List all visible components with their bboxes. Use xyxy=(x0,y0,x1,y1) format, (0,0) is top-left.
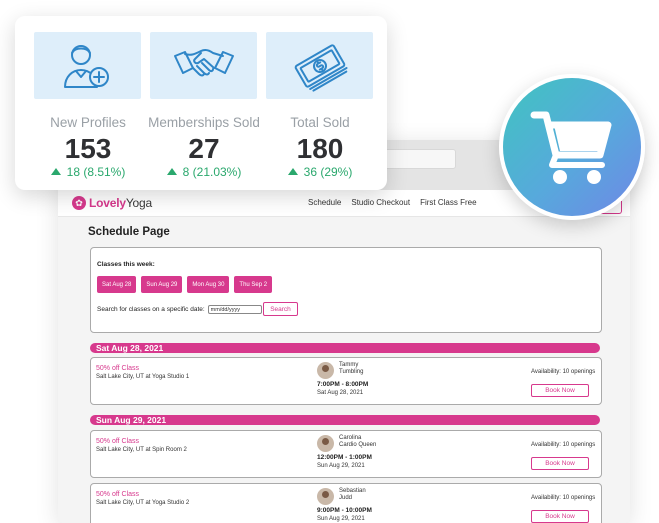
date-search-row: Search for classes on a specific date: m… xyxy=(97,305,262,314)
site-logo[interactable]: ✿ LovelyYoga xyxy=(72,195,152,211)
class-filter-panel: Classes this week: Sat Aug 28 Sun Aug 29… xyxy=(90,247,602,333)
nav-link-schedule[interactable]: Schedule xyxy=(308,198,341,207)
class-availability: Availability: 10 openings xyxy=(531,442,596,448)
book-now-button[interactable]: Book Now xyxy=(531,457,589,470)
arrow-up-icon xyxy=(166,168,177,175)
class-location: Salt Lake City, UT at Spin Room 2 xyxy=(96,447,187,453)
handshake-icon xyxy=(173,48,234,76)
arrow-up-icon xyxy=(287,168,298,175)
day-chip[interactable]: Thu Sep 2 xyxy=(234,276,273,293)
class-time: 12:00PM - 1:00PM xyxy=(317,454,372,461)
cart-badge[interactable] xyxy=(499,74,645,220)
day-chip[interactable]: Mon Aug 30 xyxy=(187,276,230,293)
class-date: Sun Aug 29, 2021 xyxy=(317,516,365,522)
nav-link-first-class-free[interactable]: First Class Free xyxy=(420,198,476,207)
instructor-avatar xyxy=(317,435,334,452)
yoga-site: ✿ LovelyYoga Schedule Studio Checkout Fi… xyxy=(58,190,630,523)
stat-value: 180 xyxy=(296,133,344,164)
book-now-button[interactable]: Book Now xyxy=(531,510,589,523)
search-button[interactable]: Search xyxy=(263,302,298,316)
class-card: 50% off Class Salt Lake City, UT at Yoga… xyxy=(90,357,602,405)
logo-sub: Yoga xyxy=(125,196,152,210)
class-availability: Availability: 10 openings xyxy=(531,495,596,501)
user-add-icon xyxy=(63,44,109,88)
class-time: 7:00PM - 8:00PM xyxy=(317,381,369,388)
memberships-tile xyxy=(150,32,257,99)
lotus-logo-icon: ✿ xyxy=(72,196,86,210)
stats-card: New Profiles 153 18 (8.51%) Memberships … xyxy=(15,16,387,190)
class-date: Sun Aug 29, 2021 xyxy=(317,463,365,469)
class-date: Sat Aug 28, 2021 xyxy=(317,390,364,396)
book-now-button[interactable]: Book Now xyxy=(531,384,589,397)
total-sold-tile xyxy=(266,32,373,99)
new-profiles-tile xyxy=(34,32,141,99)
class-card: 50% off Class Salt Lake City, UT at Yoga… xyxy=(90,483,602,523)
page-title: Schedule Page xyxy=(88,226,170,238)
class-title[interactable]: 50% off Class xyxy=(96,491,139,498)
instructor-name: Tammy Tumbling xyxy=(339,362,364,375)
class-location: Salt Lake City, UT at Yoga Studio 1 xyxy=(96,374,190,380)
instructor-avatar xyxy=(317,362,334,379)
day-header: Sat Aug 28, 2021 xyxy=(90,343,600,353)
instructor-name: Sebastian Judd xyxy=(339,488,366,501)
nav-link-studio-checkout[interactable]: Studio Checkout xyxy=(351,198,410,207)
money-icon xyxy=(294,43,348,92)
day-chip[interactable]: Sat Aug 28 xyxy=(97,276,137,293)
arrow-up-icon xyxy=(50,168,61,175)
date-search-label: Search for classes on a specific date: xyxy=(97,306,205,313)
class-card: 50% off Class Salt Lake City, UT at Spin… xyxy=(90,430,602,478)
class-title[interactable]: 50% off Class xyxy=(96,438,139,445)
nav-links: Schedule Studio Checkout First Class Fre… xyxy=(308,198,477,207)
logo-main: Lovely xyxy=(89,196,126,210)
classes-week-label: Classes this week: xyxy=(97,261,155,268)
class-availability: Availability: 10 openings xyxy=(531,369,596,375)
stat-label: Total Sold xyxy=(290,115,350,130)
class-title[interactable]: 50% off Class xyxy=(96,365,139,372)
class-time: 9:00PM - 10:00PM xyxy=(317,507,372,514)
day-header: Sun Aug 29, 2021 xyxy=(90,415,600,425)
day-chips: Sat Aug 28 Sun Aug 29 Mon Aug 30 Thu Sep… xyxy=(97,276,273,293)
shopping-cart-icon xyxy=(530,111,612,184)
instructor-name: Carolina Cardio Queen xyxy=(339,435,377,448)
instructor-avatar xyxy=(317,488,334,505)
date-input[interactable]: mm/dd/yyyy xyxy=(207,305,262,314)
stat-change: 36 (29%) xyxy=(250,165,390,179)
day-chip[interactable]: Sun Aug 29 xyxy=(141,276,183,293)
class-location: Salt Lake City, UT at Yoga Studio 2 xyxy=(96,500,190,506)
